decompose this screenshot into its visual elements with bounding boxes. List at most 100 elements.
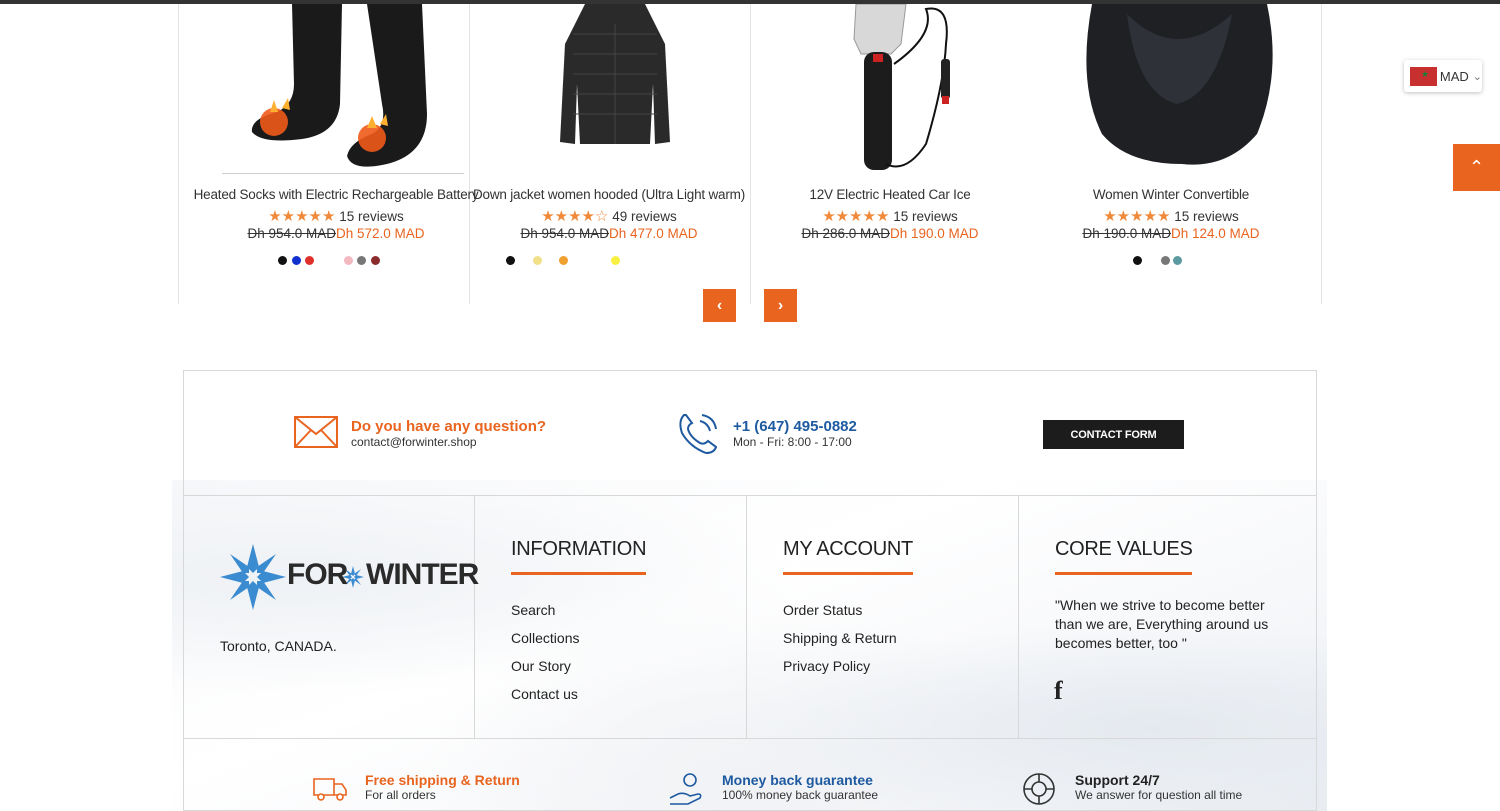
logo-text-winter: WINTER <box>366 558 479 591</box>
product-card[interactable]: 12V Electric Heated Car Ice ★★★★★ 15 rev… <box>747 3 1033 304</box>
product-rating: ★★★★★ 15 reviews <box>193 207 479 225</box>
product-title[interactable]: 12V Electric Heated Car Ice <box>747 187 1033 202</box>
feature-title: Support 24/7 <box>1075 772 1160 788</box>
feature-title: Money back guarantee <box>722 772 873 788</box>
swatch[interactable] <box>371 256 380 265</box>
chevron-up-icon: ⌃ <box>1468 157 1485 177</box>
feature-title: Free shipping & Return <box>365 772 520 788</box>
swatch[interactable] <box>305 256 314 265</box>
carousel-prev-button[interactable]: ‹ <box>703 289 736 322</box>
sale-price: Dh 124.0 MAD <box>1171 226 1260 241</box>
product-image-heated-socks[interactable] <box>222 4 464 174</box>
currency-selector[interactable]: MAD ⌄ <box>1404 60 1482 92</box>
question-title: Do you have any question? <box>351 418 547 435</box>
divider <box>178 4 179 304</box>
divider <box>183 495 1317 496</box>
review-count: 15 reviews <box>893 209 958 224</box>
color-swatches <box>466 256 752 266</box>
product-rating: ★★★★☆ 49 reviews <box>466 207 752 225</box>
chevron-left-icon: ‹ <box>716 296 723 314</box>
my-account-heading: MY ACCOUNT <box>783 538 913 575</box>
information-heading: INFORMATION <box>511 538 647 575</box>
product-card[interactable]: Heated Socks with Electric Rechargeable … <box>193 4 479 304</box>
product-rating: ★★★★★ 15 reviews <box>1028 207 1314 225</box>
swatch[interactable] <box>357 256 366 265</box>
office-hours: Mon - Fri: 8:00 - 17:00 <box>733 435 852 449</box>
footer-link-order-status[interactable]: Order Status <box>783 600 897 628</box>
logo-text-for: FOR <box>287 558 348 591</box>
footer-link-shipping-return[interactable]: Shipping & Return <box>783 628 897 656</box>
phone-icon <box>679 414 718 455</box>
facebook-icon[interactable]: f <box>1054 676 1063 706</box>
forwinter-logo[interactable]: FOR WINTER <box>220 544 479 610</box>
morocco-flag-icon <box>1410 66 1437 86</box>
phone-block: +1 (647) 495-0882 Mon - Fri: 8:00 - 17:0… <box>733 418 857 449</box>
swatch[interactable] <box>533 256 542 265</box>
envelope-icon <box>294 416 338 448</box>
product-carousel: Heated Socks with Electric Rechargeable … <box>178 3 1322 304</box>
footer-link-our-story[interactable]: Our Story <box>511 656 579 684</box>
chevron-right-icon: › <box>777 296 784 314</box>
swatch[interactable] <box>344 256 353 265</box>
information-menu: Search Collections Our Story Contact us <box>511 600 579 712</box>
product-title[interactable]: Down jacket women hooded (Ultra Light wa… <box>466 187 752 202</box>
star-rating-icon: ★★★★★ <box>1103 208 1171 225</box>
footer-link-privacy-policy[interactable]: Privacy Policy <box>783 656 897 684</box>
divider <box>183 738 1317 739</box>
product-rating: ★★★★★ 15 reviews <box>747 207 1033 225</box>
product-image-down-jacket[interactable] <box>495 4 737 174</box>
product-price: Dh 190.0 MADDh 124.0 MAD <box>1028 226 1314 241</box>
sale-price: Dh 477.0 MAD <box>609 226 698 241</box>
product-title[interactable]: Women Winter Convertible <box>1028 187 1314 202</box>
phone-number[interactable]: +1 (647) 495-0882 <box>733 418 857 435</box>
product-title[interactable]: Heated Socks with Electric Rechargeable … <box>193 187 479 202</box>
divider <box>474 495 475 738</box>
contact-form-button[interactable]: CONTACT FORM <box>1043 420 1184 449</box>
old-price: Dh 190.0 MAD <box>1082 226 1171 241</box>
delivery-truck-icon <box>313 778 347 801</box>
back-to-top-button[interactable]: ⌃ <box>1453 144 1500 191</box>
question-block: Do you have any question? contact@forwin… <box>351 418 546 449</box>
feature-money-back: Money back guarantee 100% money back gua… <box>722 772 878 802</box>
carousel-next-button[interactable]: › <box>764 289 797 322</box>
review-count: 15 reviews <box>1174 209 1239 224</box>
divider <box>746 495 747 738</box>
swatch[interactable] <box>506 256 515 265</box>
star-rating-icon: ★★★★★ <box>822 208 890 225</box>
old-price: Dh 954.0 MAD <box>247 226 336 241</box>
swatch[interactable] <box>1133 256 1142 265</box>
product-card[interactable]: Down jacket women hooded (Ultra Light wa… <box>466 4 752 304</box>
account-menu: Order Status Shipping & Return Privacy P… <box>783 600 897 684</box>
swatch[interactable] <box>292 256 301 265</box>
swatch[interactable] <box>278 256 287 265</box>
sale-price: Dh 190.0 MAD <box>890 226 979 241</box>
feature-subtitle: For all orders <box>365 788 436 802</box>
star-rating-icon: ★★★★☆ <box>541 208 609 225</box>
swatch[interactable] <box>1161 256 1170 265</box>
swatch[interactable] <box>559 256 568 265</box>
core-values-heading: CORE VALUES <box>1055 538 1193 575</box>
feature-subtitle: We answer for question all time <box>1075 788 1243 802</box>
chevron-down-icon: ⌄ <box>1472 70 1482 83</box>
lifebuoy-icon <box>1023 773 1055 805</box>
product-card[interactable]: Women Winter Convertible ★★★★★ 15 review… <box>1028 4 1314 304</box>
footer-link-collections[interactable]: Collections <box>511 628 579 656</box>
feature-support: Support 24/7 We answer for question all … <box>1075 772 1242 802</box>
swatch[interactable] <box>611 256 620 265</box>
feature-subtitle: 100% money back guarantee <box>722 788 879 802</box>
old-price: Dh 286.0 MAD <box>801 226 890 241</box>
money-hand-icon <box>669 773 702 805</box>
footer-link-search[interactable]: Search <box>511 600 579 628</box>
swatch[interactable] <box>1173 256 1182 265</box>
contact-email[interactable]: contact@forwinter.shop <box>351 435 546 449</box>
star-rating-icon: ★★★★★ <box>268 208 336 225</box>
product-image-infinity-scarf[interactable] <box>1057 4 1299 174</box>
divider <box>1018 495 1019 738</box>
company-location: Toronto, CANADA. <box>220 638 337 654</box>
color-swatches <box>193 256 479 266</box>
review-count: 49 reviews <box>612 209 677 224</box>
footer-link-contact-us[interactable]: Contact us <box>511 684 579 712</box>
product-price: Dh 954.0 MADDh 572.0 MAD <box>193 226 479 241</box>
product-image-car-ice-scraper[interactable] <box>776 3 1018 174</box>
currency-code: MAD <box>1439 68 1469 84</box>
